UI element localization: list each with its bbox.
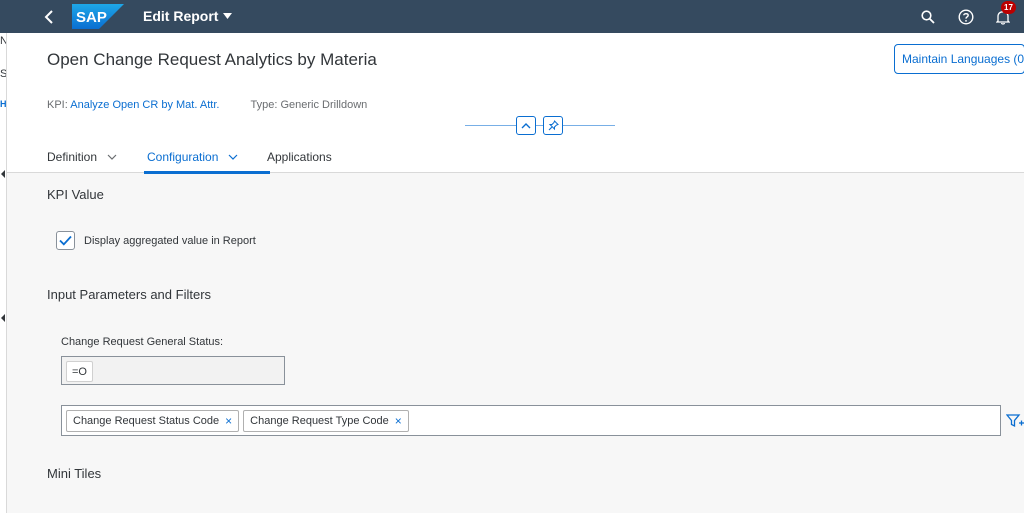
- filter-token[interactable]: Change Request Status Code ×: [66, 410, 240, 432]
- checkmark-icon: [59, 235, 72, 246]
- chevron-down-icon: [107, 154, 117, 160]
- close-icon[interactable]: ×: [225, 415, 232, 427]
- help-button[interactable]: [956, 7, 976, 27]
- kpi-info-row: KPI: Analyze Open CR by Mat. Attr. Type:…: [47, 99, 367, 111]
- kpi-label: KPI:: [47, 99, 68, 111]
- left-fragment-n: N: [0, 35, 6, 47]
- maintain-languages-button[interactable]: Maintain Languages (0): [894, 44, 1024, 74]
- kpi-value-section-title: KPI Value: [47, 187, 104, 202]
- filter-token[interactable]: Change Request Type Code ×: [243, 410, 409, 432]
- left-expand-icon: [1, 170, 5, 178]
- pin-header-button[interactable]: [543, 116, 563, 135]
- chevron-down-icon: [223, 13, 233, 19]
- display-aggregated-label: Display aggregated value in Report: [84, 235, 256, 247]
- collapse-header-button[interactable]: [516, 116, 536, 135]
- filter-token-input[interactable]: Change Request Status Code × Change Requ…: [61, 405, 1001, 436]
- left-fragment-h: H: [0, 99, 7, 109]
- search-button[interactable]: [918, 7, 938, 27]
- display-aggregated-checkbox[interactable]: [56, 231, 75, 250]
- tab-label: Definition: [47, 150, 98, 164]
- header-divider: [465, 125, 615, 126]
- tab-definition[interactable]: Definition: [47, 141, 147, 173]
- filter-token-label: Change Request Status Code: [73, 415, 220, 427]
- left-expand-icon-2: [1, 314, 5, 322]
- mini-tiles-section-title: Mini Tiles: [47, 466, 102, 481]
- svg-text:SAP: SAP: [76, 9, 107, 26]
- tab-bar: Definition Configuration Applications: [47, 141, 332, 174]
- general-status-field[interactable]: =O: [61, 356, 285, 385]
- kpi-link[interactable]: Analyze Open CR by Mat. Attr.: [70, 99, 219, 111]
- tab-configuration[interactable]: Configuration: [144, 141, 270, 174]
- tab-label: Applications: [267, 150, 332, 164]
- back-arrow-icon: [44, 10, 53, 24]
- object-header: Open Change Request Analytics by Materia…: [7, 33, 1024, 174]
- app-title-menu[interactable]: Edit Report: [143, 8, 233, 24]
- close-icon[interactable]: ×: [395, 415, 402, 427]
- filter-token-label: Change Request Type Code: [250, 415, 389, 427]
- app-title: Edit Report: [143, 8, 219, 24]
- pin-icon: [548, 120, 559, 131]
- left-panel-edge: N S H: [0, 33, 7, 513]
- filter-add-icon[interactable]: [1006, 412, 1024, 430]
- search-icon: [921, 10, 935, 24]
- input-params-section-title: Input Parameters and Filters: [47, 287, 212, 302]
- page-title: Open Change Request Analytics by Materia: [47, 50, 377, 69]
- type-label: Type: Generic Drilldown: [250, 99, 368, 111]
- notification-badge: 17: [1001, 1, 1016, 14]
- status-token: =O: [66, 361, 93, 382]
- left-fragment-s: S: [0, 68, 7, 80]
- collapse-up-icon: [521, 123, 531, 129]
- back-button[interactable]: [40, 8, 58, 26]
- tab-label: Configuration: [147, 150, 219, 164]
- tab-applications[interactable]: Applications: [267, 141, 332, 173]
- help-icon: [958, 9, 974, 25]
- chevron-down-icon: [228, 154, 238, 160]
- shell-bar: SAP Edit Report 17: [0, 0, 1024, 33]
- sap-logo[interactable]: SAP: [72, 4, 124, 29]
- status-field-label: Change Request General Status:: [61, 336, 224, 348]
